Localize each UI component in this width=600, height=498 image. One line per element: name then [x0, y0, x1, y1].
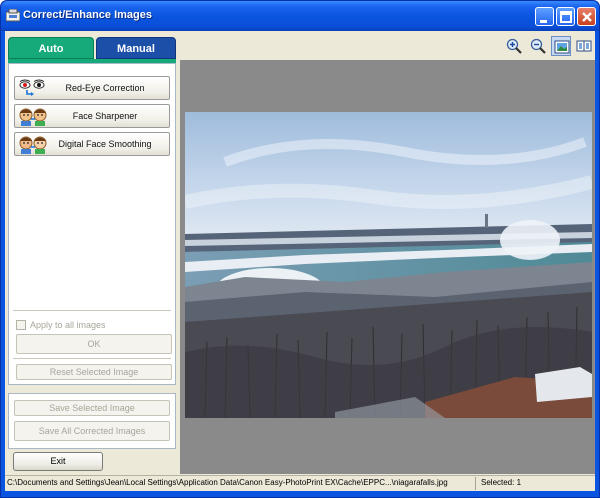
save-panel: Save Selected Image Save All Corrected I… [8, 393, 176, 449]
image-preview-area[interactable] [180, 60, 595, 474]
file-path: C:\Documents and Settings\Jean\Local Set… [7, 478, 448, 487]
face-sharpener-icon [19, 107, 47, 126]
face-smoothing-icon [19, 135, 47, 154]
exit-button[interactable]: Exit [13, 452, 103, 471]
tab-auto[interactable]: Auto [8, 37, 94, 59]
ok-button[interactable]: OK [16, 334, 172, 354]
face-sharpener-button[interactable]: Face Sharpener [14, 104, 170, 128]
reset-selected-image-button[interactable]: Reset Selected Image [16, 364, 172, 380]
red-eye-correction-button[interactable]: Red-Eye Correction [14, 76, 170, 100]
apply-to-all-checkbox[interactable] [16, 320, 26, 330]
view-toolbar [180, 35, 595, 57]
window-title: Correct/Enhance Images [23, 9, 152, 21]
tab-manual[interactable]: Manual [96, 37, 176, 59]
selected-count: Selected: 1 [481, 478, 522, 487]
client-area: Auto Manual Red-Eye Correction Face Shar… [5, 31, 595, 491]
app-icon [5, 8, 21, 22]
maximize-button[interactable] [556, 7, 575, 26]
save-all-corrected-images-label: Save All Corrected Images [38, 426, 146, 436]
digital-face-smoothing-label: Digital Face Smoothing [58, 139, 152, 149]
compare-button[interactable] [574, 36, 594, 56]
face-sharpener-label: Face Sharpener [72, 111, 138, 121]
auto-correction-panel: Red-Eye Correction Face Sharpener Digita… [8, 63, 176, 385]
digital-face-smoothing-button[interactable]: Digital Face Smoothing [14, 132, 170, 156]
title-bar[interactable]: Correct/Enhance Images [1, 1, 599, 31]
status-divider [475, 477, 476, 490]
close-button[interactable] [577, 7, 596, 26]
minimize-button[interactable] [535, 7, 554, 26]
preview-image[interactable] [185, 112, 592, 418]
red-eye-icon [19, 79, 47, 98]
apply-to-all-label: Apply to all images [30, 320, 106, 330]
status-bar: C:\Documents and Settings\Jean\Local Set… [5, 475, 595, 490]
save-selected-image-button[interactable]: Save Selected Image [14, 400, 170, 416]
divider [13, 358, 171, 359]
divider [13, 310, 171, 311]
save-selected-image-label: Save Selected Image [49, 403, 135, 413]
ok-button-label: OK [87, 339, 101, 349]
reset-selected-image-label: Reset Selected Image [49, 367, 139, 377]
save-all-corrected-images-button[interactable]: Save All Corrected Images [14, 421, 170, 441]
apply-to-all-option[interactable]: Apply to all images [16, 320, 166, 332]
app-window: Correct/Enhance Images Auto Manual Red-E… [0, 0, 600, 498]
red-eye-correction-label: Red-Eye Correction [65, 83, 145, 93]
whole-image-button[interactable] [551, 36, 571, 56]
zoom-in-button[interactable] [504, 36, 524, 56]
zoom-out-button[interactable] [528, 36, 548, 56]
